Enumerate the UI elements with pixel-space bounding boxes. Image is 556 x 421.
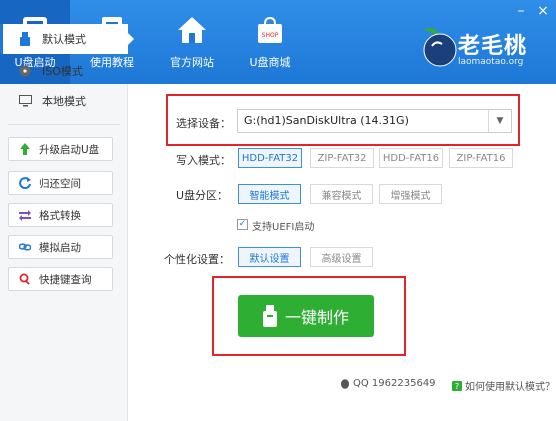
partition-enhanced-mode[interactable]: 增强模式 [379,184,442,204]
restore-space-button[interactable]: 归还空间 [8,171,113,195]
uefi-checkbox[interactable]: ✓ [237,219,248,230]
sidebar-item-label: 本地模式 [42,95,86,108]
upgrade-usb-label: 升级启动U盘 [39,143,100,156]
help-icon: ? [452,380,462,391]
partition-compat-mode[interactable]: 兼容模式 [310,184,373,204]
write-mode-hdd-fat32[interactable]: HDD-FAT32 [238,148,302,168]
logo-text: 老毛桃 [458,34,528,59]
format-convert-label: 格式转换 [39,209,81,222]
sidebar-item-iso-mode[interactable]: ISO模式 [0,56,128,86]
nav-official-site[interactable]: 官方网站 [158,0,226,84]
close-button[interactable]: × [534,2,552,20]
sidebar-item-label: 默认模式 [42,33,86,46]
refresh-icon [19,177,31,189]
qq-penguin-icon [340,378,350,389]
sidebar-item-label: ISO模式 [42,65,83,78]
write-mode-label: 写入模式： [176,154,231,167]
help-text: 如何使用默认模式？ [465,382,555,393]
partition-label: U盘分区： [176,189,229,202]
convert-icon [19,209,31,221]
svg-text:?: ? [455,382,459,391]
hotkey-query-label: 快捷键查询 [39,273,92,286]
sidebar-item-local-mode[interactable]: 本地模式 [0,86,128,116]
usb-icon [18,32,32,46]
logo-subtext: laomaotao.org [458,57,524,67]
device-select[interactable]: G:(hd1)SanDiskUltra (14.31G) [237,109,512,133]
partition-smart-mode[interactable]: 智能模式 [238,184,301,204]
svg-text:SHOP: SHOP [262,32,279,39]
shop-bag-icon: SHOP [255,15,285,45]
qq-text: QQ 1962235649 [353,378,436,389]
dropdown-arrow-icon[interactable]: ▼ [488,110,511,132]
simulate-boot-button[interactable]: 模拟启动 [8,235,113,259]
restore-space-label: 归还空间 [39,177,81,190]
help-link[interactable]: ? 如何使用默认模式？ [452,378,555,393]
write-mode-zip-fat32[interactable]: ZIP-FAT32 [310,148,374,168]
one-click-make-button[interactable]: 一键制作 [238,295,374,337]
nav-usb-shop-label: U盘商城 [249,56,291,69]
write-mode-hdd-fat16[interactable]: HDD-FAT16 [379,148,443,168]
advanced-settings-button[interactable]: 高级设置 [310,247,373,267]
upgrade-usb-button[interactable]: 升级启动U盘 [8,137,113,161]
laomaotao-app-window: U盘启动 使用教程 官方网站 SHOP U盘商城 – × 老毛桃 laomaot… [0,0,556,421]
monitor-icon [18,94,32,108]
usb-drive-icon [262,305,277,327]
hotkey-query-button[interactable]: 快捷键查询 [8,267,113,291]
minimize-button[interactable]: – [512,2,530,20]
write-mode-zip-fat16[interactable]: ZIP-FAT16 [449,148,513,168]
sidebar-item-default-mode[interactable]: 默认模式 [0,24,134,54]
default-settings-button[interactable]: 默认设置 [238,247,301,267]
home-icon [177,15,207,45]
one-click-make-label: 一键制作 [284,308,349,327]
link-icon [19,241,31,253]
sidebar-divider [8,124,120,125]
qq-contact: QQ 1962235649 [340,378,436,389]
arrow-up-icon [19,143,31,155]
search-icon [19,273,31,285]
disc-icon [18,64,32,78]
nav-usb-shop[interactable]: SHOP U盘商城 [236,0,304,84]
simulate-boot-label: 模拟启动 [39,241,81,254]
personalize-label: 个性化设置： [164,253,230,266]
device-label: 选择设备： [176,117,231,130]
uefi-label: 支持UEFI启动 [252,222,315,233]
format-convert-button[interactable]: 格式转换 [8,203,113,227]
nav-official-site-label: 官方网站 [170,56,214,69]
